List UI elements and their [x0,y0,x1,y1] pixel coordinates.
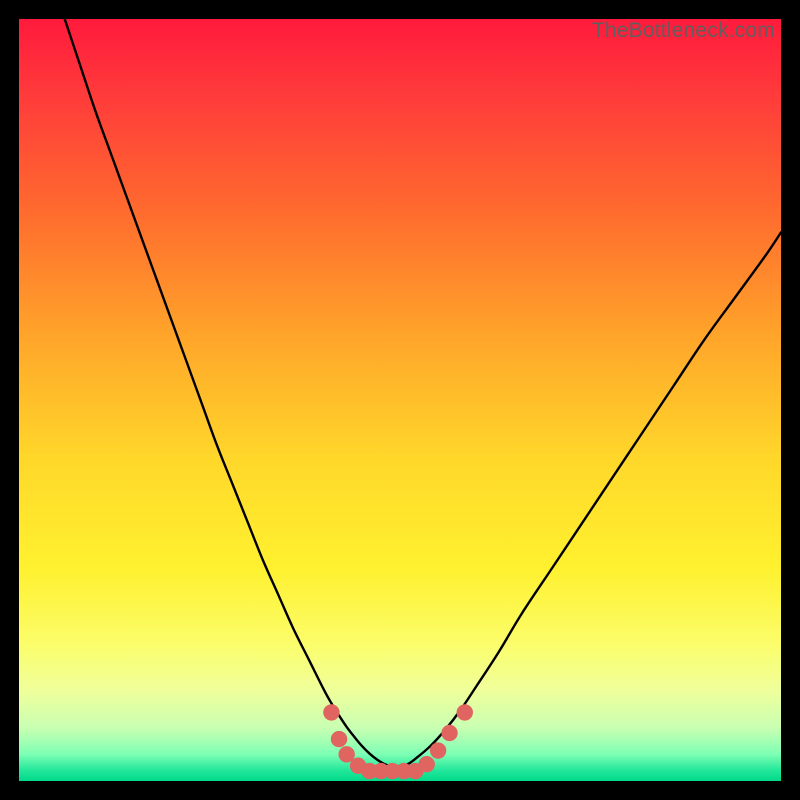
trough-marker [430,742,446,758]
trough-marker [441,725,457,741]
trough-marker [323,704,339,720]
bottleneck-chart [19,19,781,781]
trough-marker [418,756,434,772]
watermark-text: TheBottleneck.com [592,19,775,43]
gradient-background [19,19,781,781]
trough-marker [331,731,347,747]
trough-marker [457,704,473,720]
plot-frame: TheBottleneck.com [19,19,781,781]
